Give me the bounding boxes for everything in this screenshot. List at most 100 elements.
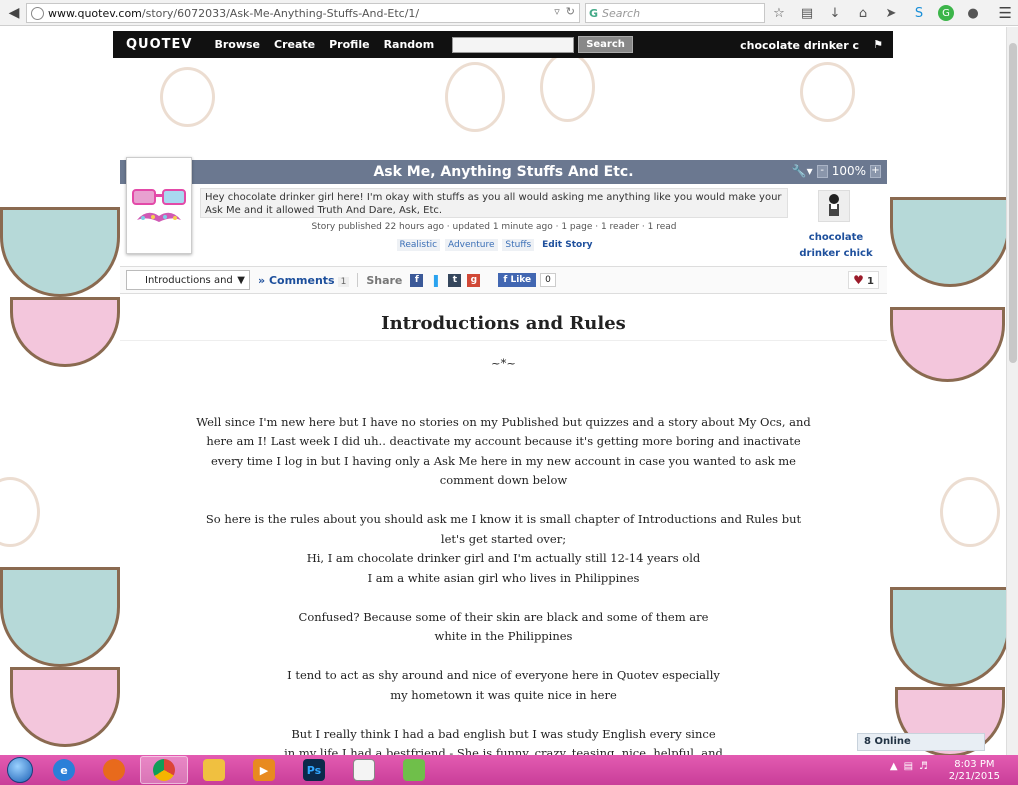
favorite-count: 1: [867, 276, 874, 287]
chrome-icon: [153, 759, 175, 781]
tag-realistic[interactable]: Realistic: [396, 239, 441, 251]
clock-date: 2/21/2015: [948, 771, 1000, 782]
facebook-like-button[interactable]: f Like: [498, 273, 537, 287]
firefox-icon: [103, 759, 125, 781]
photoshop-icon: Ps: [303, 759, 325, 781]
author-avatar[interactable]: [818, 190, 850, 222]
steam-swirl: [540, 52, 595, 122]
story-cover-image[interactable]: [126, 157, 192, 254]
nav-browse[interactable]: Browse: [214, 38, 260, 51]
tumblr-share-icon[interactable]: t: [448, 273, 462, 287]
chapter-paragraph: So here is the rules about you should as…: [205, 512, 802, 585]
send-icon[interactable]: ➤: [882, 4, 900, 22]
site-search-button[interactable]: Search: [578, 36, 633, 53]
paint-icon: [403, 759, 425, 781]
clipboard-icon[interactable]: ▤: [798, 4, 816, 22]
chapter-paragraph: Well since I'm new here but I have no st…: [196, 414, 811, 488]
zoom-in-button[interactable]: +: [870, 164, 881, 178]
twitter-share-icon[interactable]: ❚: [429, 273, 442, 287]
folder-icon: [203, 759, 225, 781]
chapter-select[interactable]: Introductions and ▼: [126, 270, 250, 290]
taskbar-photoshop[interactable]: Ps: [290, 756, 338, 784]
start-button[interactable]: [0, 755, 40, 785]
story-title: Ask Me, Anything Stuffs And Etc.: [373, 164, 634, 180]
taskbar-notepad[interactable]: [340, 756, 388, 784]
chapter-body: ~*~ Well since I'm new here but I have n…: [195, 354, 812, 785]
google-plus-share-icon[interactable]: g: [467, 273, 481, 287]
chat-icon[interactable]: ●: [964, 4, 982, 22]
teacup-illustration: [0, 207, 120, 297]
tray-expand-icon[interactable]: ▲: [890, 761, 898, 772]
facebook-share-icon[interactable]: f: [410, 273, 424, 287]
favorite-button[interactable]: ♥ 1: [848, 271, 879, 289]
skype-icon[interactable]: S: [910, 4, 928, 22]
site-search-input[interactable]: [452, 36, 575, 53]
online-count-badge[interactable]: 8 Online: [857, 733, 985, 751]
wrench-icon[interactable]: 🔧▾: [792, 164, 813, 178]
author-name-link[interactable]: chocolate drinker chick: [790, 230, 882, 262]
taskbar-ie[interactable]: e: [40, 756, 88, 784]
chapter-title: Introductions and Rules: [381, 313, 626, 334]
url-path: /story/6072033/Ask-Me-Anything-Stuffs-An…: [141, 6, 420, 20]
download-icon[interactable]: ↓: [826, 4, 844, 22]
back-arrow-icon[interactable]: ◀: [3, 3, 25, 23]
taskbar-explorer[interactable]: [190, 756, 238, 784]
story-meta: Story published 22 hours ago · updated 1…: [311, 222, 677, 232]
extension-icon[interactable]: G: [938, 5, 954, 21]
search-placeholder: Search: [602, 6, 641, 20]
network-icon[interactable]: ▤: [904, 761, 913, 772]
taskbar-clock[interactable]: 8:03 PM 2/21/2015: [949, 759, 1000, 783]
nav-create[interactable]: Create: [274, 38, 315, 51]
url-domain: www.quotev.com: [48, 6, 142, 20]
steam-swirl: [940, 477, 1000, 547]
taskbar-chrome[interactable]: [140, 756, 188, 784]
flag-icon[interactable]: ⚑: [873, 38, 883, 51]
story-tags: Realistic Adventure Stuffs Edit Story: [200, 239, 788, 251]
bookmark-star-icon[interactable]: ☆: [770, 4, 788, 22]
taskbar-firefox[interactable]: [90, 756, 138, 784]
zoom-out-button[interactable]: -: [816, 164, 828, 178]
menu-icon[interactable]: ☰: [999, 4, 1012, 22]
chapter-paragraph: I tend to act as shy around and nice of …: [287, 668, 720, 702]
heart-icon: ♥: [853, 273, 864, 287]
teacup-illustration: [0, 567, 120, 667]
tag-stuffs[interactable]: Stuffs: [502, 239, 535, 251]
address-bar[interactable]: www.quotev.com/story/6072033/Ask-Me-Anyt…: [26, 3, 580, 23]
share-label: Share: [366, 273, 403, 287]
teacup-illustration: [10, 297, 120, 367]
taskbar-media[interactable]: ▶: [240, 756, 288, 784]
teacup-illustration: [890, 307, 1005, 382]
comments-count: 1: [337, 276, 350, 287]
volume-icon[interactable]: ♬: [919, 761, 928, 772]
windows-taskbar: e ▶ Ps ▲ ▤ ♬ 8:03 PM 2/21/2015: [0, 755, 1018, 785]
comments-link[interactable]: » Comments 1: [258, 274, 350, 287]
nav-random[interactable]: Random: [384, 38, 435, 51]
teacup-illustration: [890, 197, 1010, 287]
site-logo[interactable]: QUOTEV: [126, 37, 192, 52]
tag-adventure[interactable]: Adventure: [444, 239, 498, 251]
browser-search-input[interactable]: G Search: [585, 3, 765, 23]
scrollbar-thumb[interactable]: [1009, 43, 1017, 363]
browser-toolbar: ◀ www.quotev.com/story/6072033/Ask-Me-An…: [0, 0, 1018, 26]
steam-swirl: [0, 477, 40, 547]
chapter-content: Introductions and Rules ~*~ Well since I…: [120, 296, 887, 780]
zoom-level: 100%: [831, 164, 866, 178]
google-icon: G: [589, 6, 599, 20]
story-panel: Ask Me, Anything Stuffs And Etc. 🔧▾ - 10…: [120, 157, 887, 780]
chevron-down-icon: ▼: [237, 274, 245, 286]
steam-swirl: [800, 62, 855, 122]
reload-icon[interactable]: ↻: [566, 5, 575, 18]
like-label: Like: [510, 275, 532, 285]
taskbar-paint[interactable]: [390, 756, 438, 784]
user-menu[interactable]: chocolate drinker c: [740, 39, 859, 52]
internet-explorer-icon: e: [53, 759, 75, 781]
globe-icon: [31, 6, 44, 20]
page-scrollbar[interactable]: [1006, 27, 1018, 755]
nav-profile[interactable]: Profile: [329, 38, 369, 51]
teacup-illustration: [890, 587, 1010, 687]
edit-story-link[interactable]: Edit Story: [542, 240, 592, 250]
story-title-bar: Ask Me, Anything Stuffs And Etc. 🔧▾ - 10…: [120, 160, 887, 184]
teacup-illustration: [10, 667, 120, 747]
dropdown-icon[interactable]: ▿: [554, 5, 560, 18]
home-icon[interactable]: ⌂: [854, 4, 872, 22]
